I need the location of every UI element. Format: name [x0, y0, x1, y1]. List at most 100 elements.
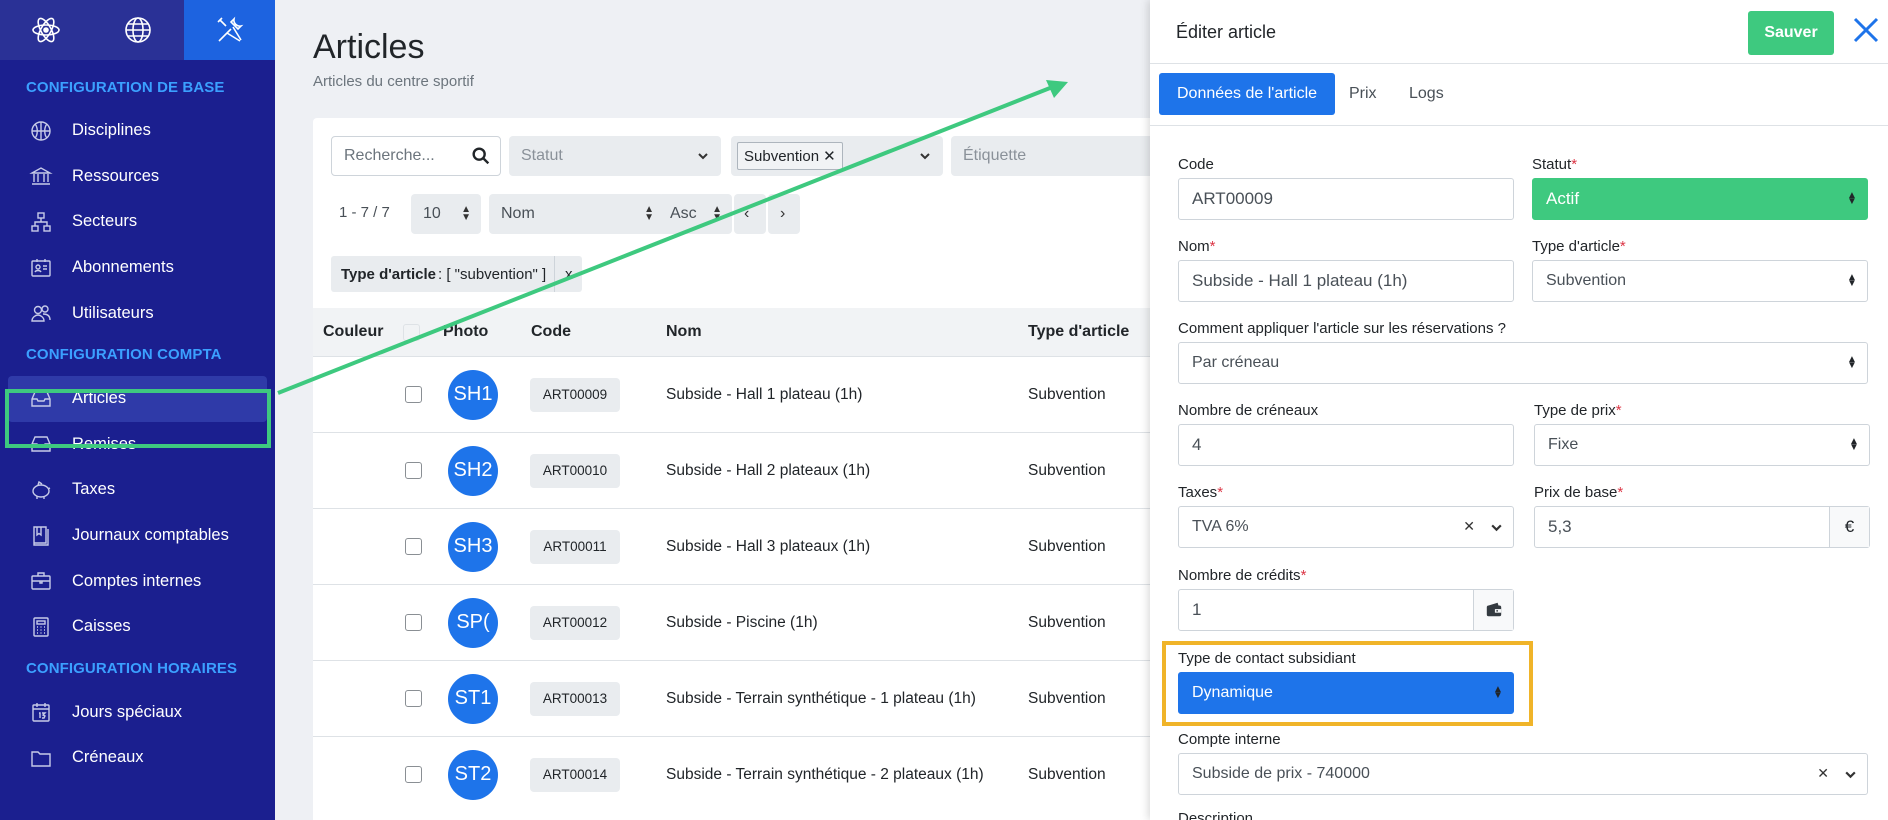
code-badge: ART00014	[530, 757, 620, 792]
row-checkbox[interactable]	[405, 766, 422, 783]
code-field[interactable]: ART00009	[1178, 178, 1514, 220]
sidebar-item-taxes[interactable]: Taxes	[0, 467, 275, 513]
drawer-title: Éditer article	[1176, 22, 1277, 42]
column-header-photo[interactable]: Photo	[443, 323, 488, 341]
sidebar-item-label: Créneaux	[72, 748, 144, 767]
folder-icon	[28, 745, 54, 771]
sort-order-select[interactable]: Asc ▲ ▼	[658, 194, 732, 234]
chevron-down-icon[interactable]	[1844, 768, 1857, 781]
sidebar-item-disciplines[interactable]: Disciplines	[0, 108, 275, 154]
tab-prix[interactable]: Prix	[1349, 73, 1377, 115]
users-icon	[28, 300, 54, 326]
apply-select[interactable]: Par créneau ▲ ▼	[1178, 342, 1868, 384]
sidebar-item-jours-speciaux[interactable]: Jours spéciaux	[0, 690, 275, 736]
code-badge: ART00010	[530, 453, 620, 488]
row-type: Subvention	[1028, 537, 1106, 555]
search-input[interactable]: Recherche...	[331, 136, 501, 176]
clear-icon[interactable]: ✕	[1463, 518, 1475, 535]
close-icon[interactable]	[1850, 14, 1882, 46]
search-placeholder: Recherche...	[344, 147, 435, 164]
prev-page-button[interactable]: ‹	[734, 194, 766, 234]
table-row[interactable]: ST2 ART00014 Subside - Terrain synthétiq…	[313, 736, 1150, 812]
sidebar-item-abonnements[interactable]: Abonnements	[0, 245, 275, 291]
sidebar-item-journaux[interactable]: Journaux comptables	[0, 513, 275, 559]
tab-donnees-article[interactable]: Données de l'article	[1159, 73, 1336, 115]
table-row[interactable]: SH1 ART00009 Subside - Hall 1 plateau (1…	[313, 356, 1150, 432]
sort-arrows-icon: ▲ ▼	[1847, 190, 1857, 207]
sidebar-item-label: Journaux comptables	[72, 526, 229, 545]
credits-label: Nombre de crédits*	[1178, 567, 1307, 584]
column-header-couleur[interactable]: Couleur	[323, 323, 383, 341]
clear-icon[interactable]: ✕	[1817, 765, 1829, 782]
taxes-select[interactable]: TVA 6% ✕	[1178, 506, 1514, 548]
currency-addon: €	[1829, 507, 1869, 547]
type-filter-select[interactable]: Subvention ✕	[731, 136, 943, 176]
avatar: ST1	[448, 673, 498, 724]
articles-card: Recherche... Statut Subvention ✕ Étiquet…	[313, 118, 1150, 820]
sidebar-item-ressources[interactable]: Ressources	[0, 154, 275, 200]
row-checkbox[interactable]	[405, 538, 422, 555]
sidebar-tab-atom[interactable]	[0, 0, 92, 60]
table-row[interactable]: SP( ART00012 Subside - Piscine (1h) Subv…	[313, 584, 1150, 660]
column-header-type[interactable]: Type d'article	[1028, 323, 1129, 341]
sort-arrows-icon: ▲ ▼	[712, 204, 722, 223]
creneaux-field[interactable]: 4	[1178, 424, 1514, 466]
prix-base-field[interactable]: 5,3 €	[1534, 506, 1870, 548]
etiquette-filter-select[interactable]: Étiquette	[951, 136, 1150, 176]
chevron-down-icon	[920, 153, 930, 160]
sidebar-item-label: Secteurs	[72, 212, 138, 231]
etiquette-placeholder: Étiquette	[963, 147, 1027, 164]
search-icon[interactable]	[470, 145, 492, 167]
sidebar-item-secteurs[interactable]: Secteurs	[0, 199, 275, 245]
main-content: Articles Articles du centre sportif Rech…	[275, 0, 1150, 820]
statut-filter-select[interactable]: Statut	[509, 136, 721, 176]
statut-select[interactable]: Actif ▲ ▼	[1532, 178, 1868, 220]
column-header-code[interactable]: Code	[531, 323, 571, 341]
select-all-checkbox[interactable]	[403, 324, 420, 341]
nom-field[interactable]: Subside - Hall 1 plateau (1h)	[1178, 260, 1514, 302]
remove-filter-button[interactable]: x	[554, 256, 582, 292]
chevron-down-icon	[698, 153, 708, 160]
row-checkbox[interactable]	[405, 690, 422, 707]
row-checkbox[interactable]	[405, 462, 422, 479]
tools-icon	[216, 16, 243, 42]
sidebar-tab-tools[interactable]	[184, 0, 275, 60]
per-page-select[interactable]: 10 ▲ ▼	[411, 194, 481, 234]
sidebar-item-creneaux[interactable]: Créneaux	[0, 735, 275, 781]
sidebar-item-label: Caisses	[72, 617, 131, 636]
tab-logs[interactable]: Logs	[1409, 73, 1444, 115]
active-filter-value: : [ "subvention" ]	[438, 265, 547, 283]
compte-select[interactable]: Subside de prix - 740000 ✕	[1178, 753, 1868, 795]
sort-field-select[interactable]: Nom ▲ ▼	[489, 194, 664, 234]
save-button[interactable]: Sauver	[1748, 11, 1834, 55]
next-page-button[interactable]: ›	[768, 194, 800, 234]
row-checkbox[interactable]	[405, 386, 422, 403]
sidebar-item-label: Taxes	[72, 480, 116, 499]
table-row[interactable]: ST1 ART00013 Subside - Terrain synthétiq…	[313, 660, 1150, 736]
row-type: Subvention	[1028, 461, 1106, 479]
row-type: Subvention	[1028, 689, 1106, 707]
sidebar-item-label: Abonnements	[72, 258, 174, 277]
chevron-down-icon[interactable]	[1490, 521, 1503, 534]
credits-field[interactable]: 1	[1178, 589, 1514, 631]
sidebar-item-utilisateurs[interactable]: Utilisateurs	[0, 290, 275, 336]
table-row[interactable]: SH2 ART00010 Subside - Hall 2 plateaux (…	[313, 432, 1150, 508]
type-prix-select[interactable]: Fixe ▲ ▼	[1534, 424, 1870, 466]
page-subtitle: Articles du centre sportif	[313, 73, 474, 90]
type-article-select[interactable]: Subvention ▲ ▼	[1532, 260, 1868, 302]
row-checkbox[interactable]	[405, 614, 422, 631]
row-type: Subvention	[1028, 613, 1106, 631]
remove-tag-icon[interactable]: ✕	[823, 147, 836, 165]
wallet-addon[interactable]	[1473, 590, 1513, 630]
active-filter-chip: Type d'article : [ "subvention" ] x	[331, 256, 583, 292]
table-header: Couleur Photo Code Nom Type d'article	[313, 308, 1150, 356]
compte-label: Compte interne	[1178, 731, 1281, 748]
sidebar-item-comptes-internes[interactable]: Comptes internes	[0, 558, 275, 604]
sort-field-value: Nom	[501, 205, 535, 222]
sidebar-item-caisses[interactable]: Caisses	[0, 604, 275, 650]
sidebar-item-label: Utilisateurs	[72, 303, 154, 322]
table-row[interactable]: SH3 ART00011 Subside - Hall 3 plateaux (…	[313, 508, 1150, 584]
sidebar-tab-globe[interactable]	[92, 0, 184, 60]
column-header-nom[interactable]: Nom	[666, 323, 702, 341]
sidebar-item-label: Jours spéciaux	[72, 702, 183, 721]
